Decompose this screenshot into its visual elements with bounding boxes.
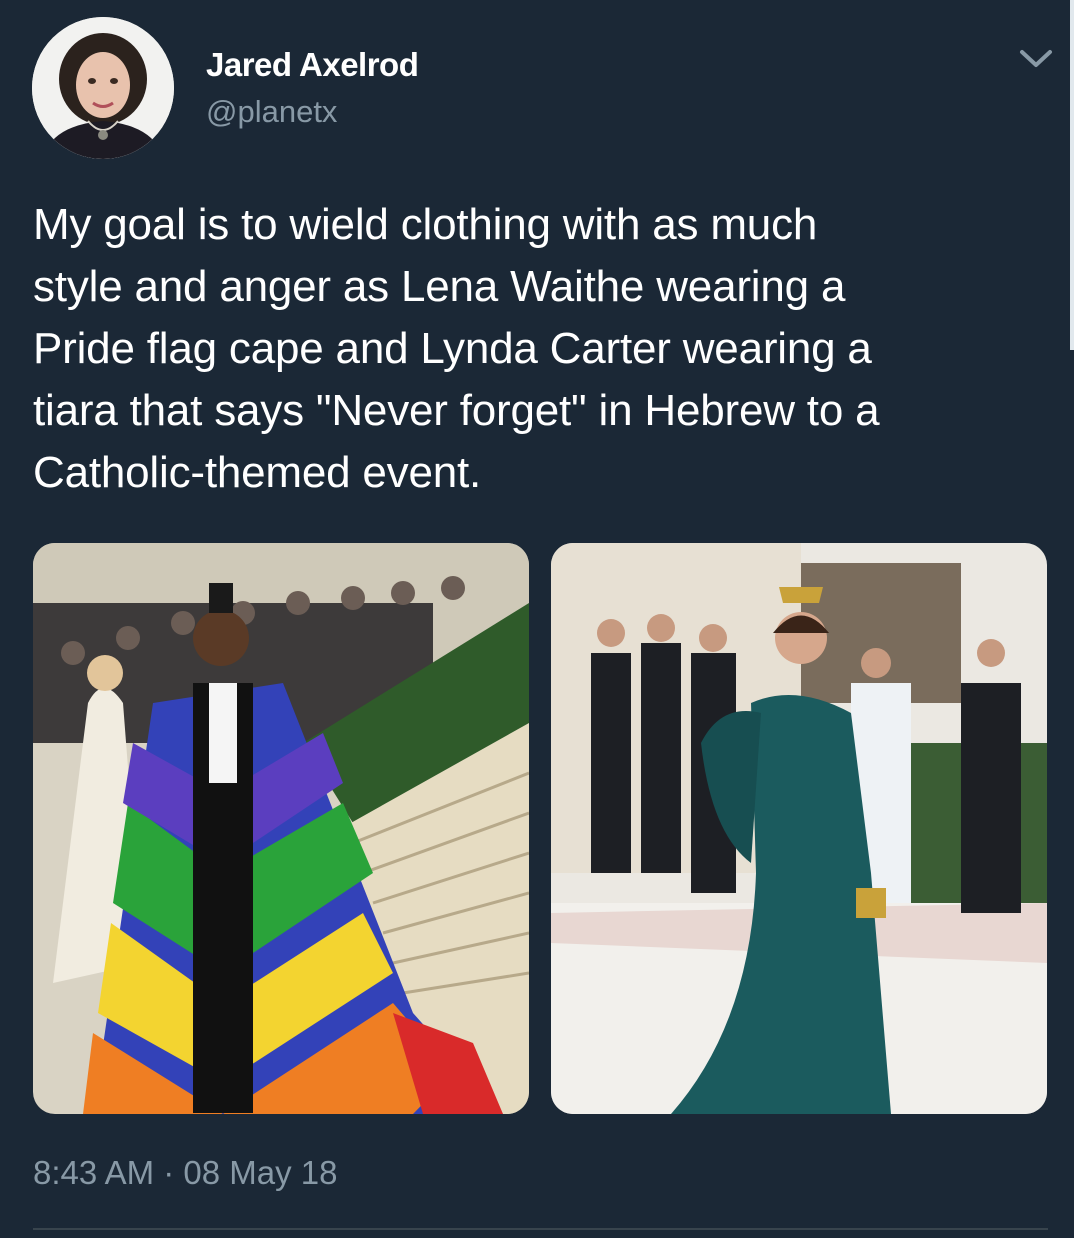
tweet-timestamp: 8:43 AM · 08 May 18: [33, 1154, 338, 1191]
divider: [33, 1228, 1048, 1230]
scrollbar[interactable]: [1070, 0, 1074, 350]
photo-rainbow-cape[interactable]: [33, 543, 529, 1114]
tweet-text: My goal is to wield clothing with as muc…: [33, 200, 880, 497]
user-handle[interactable]: @planetx: [206, 94, 337, 130]
display-name[interactable]: Jared Axelrod: [206, 46, 419, 84]
photo-teal-gown-tiara[interactable]: [551, 543, 1047, 1114]
avatar[interactable]: [32, 17, 174, 159]
chevron-down-icon[interactable]: [1018, 44, 1054, 72]
